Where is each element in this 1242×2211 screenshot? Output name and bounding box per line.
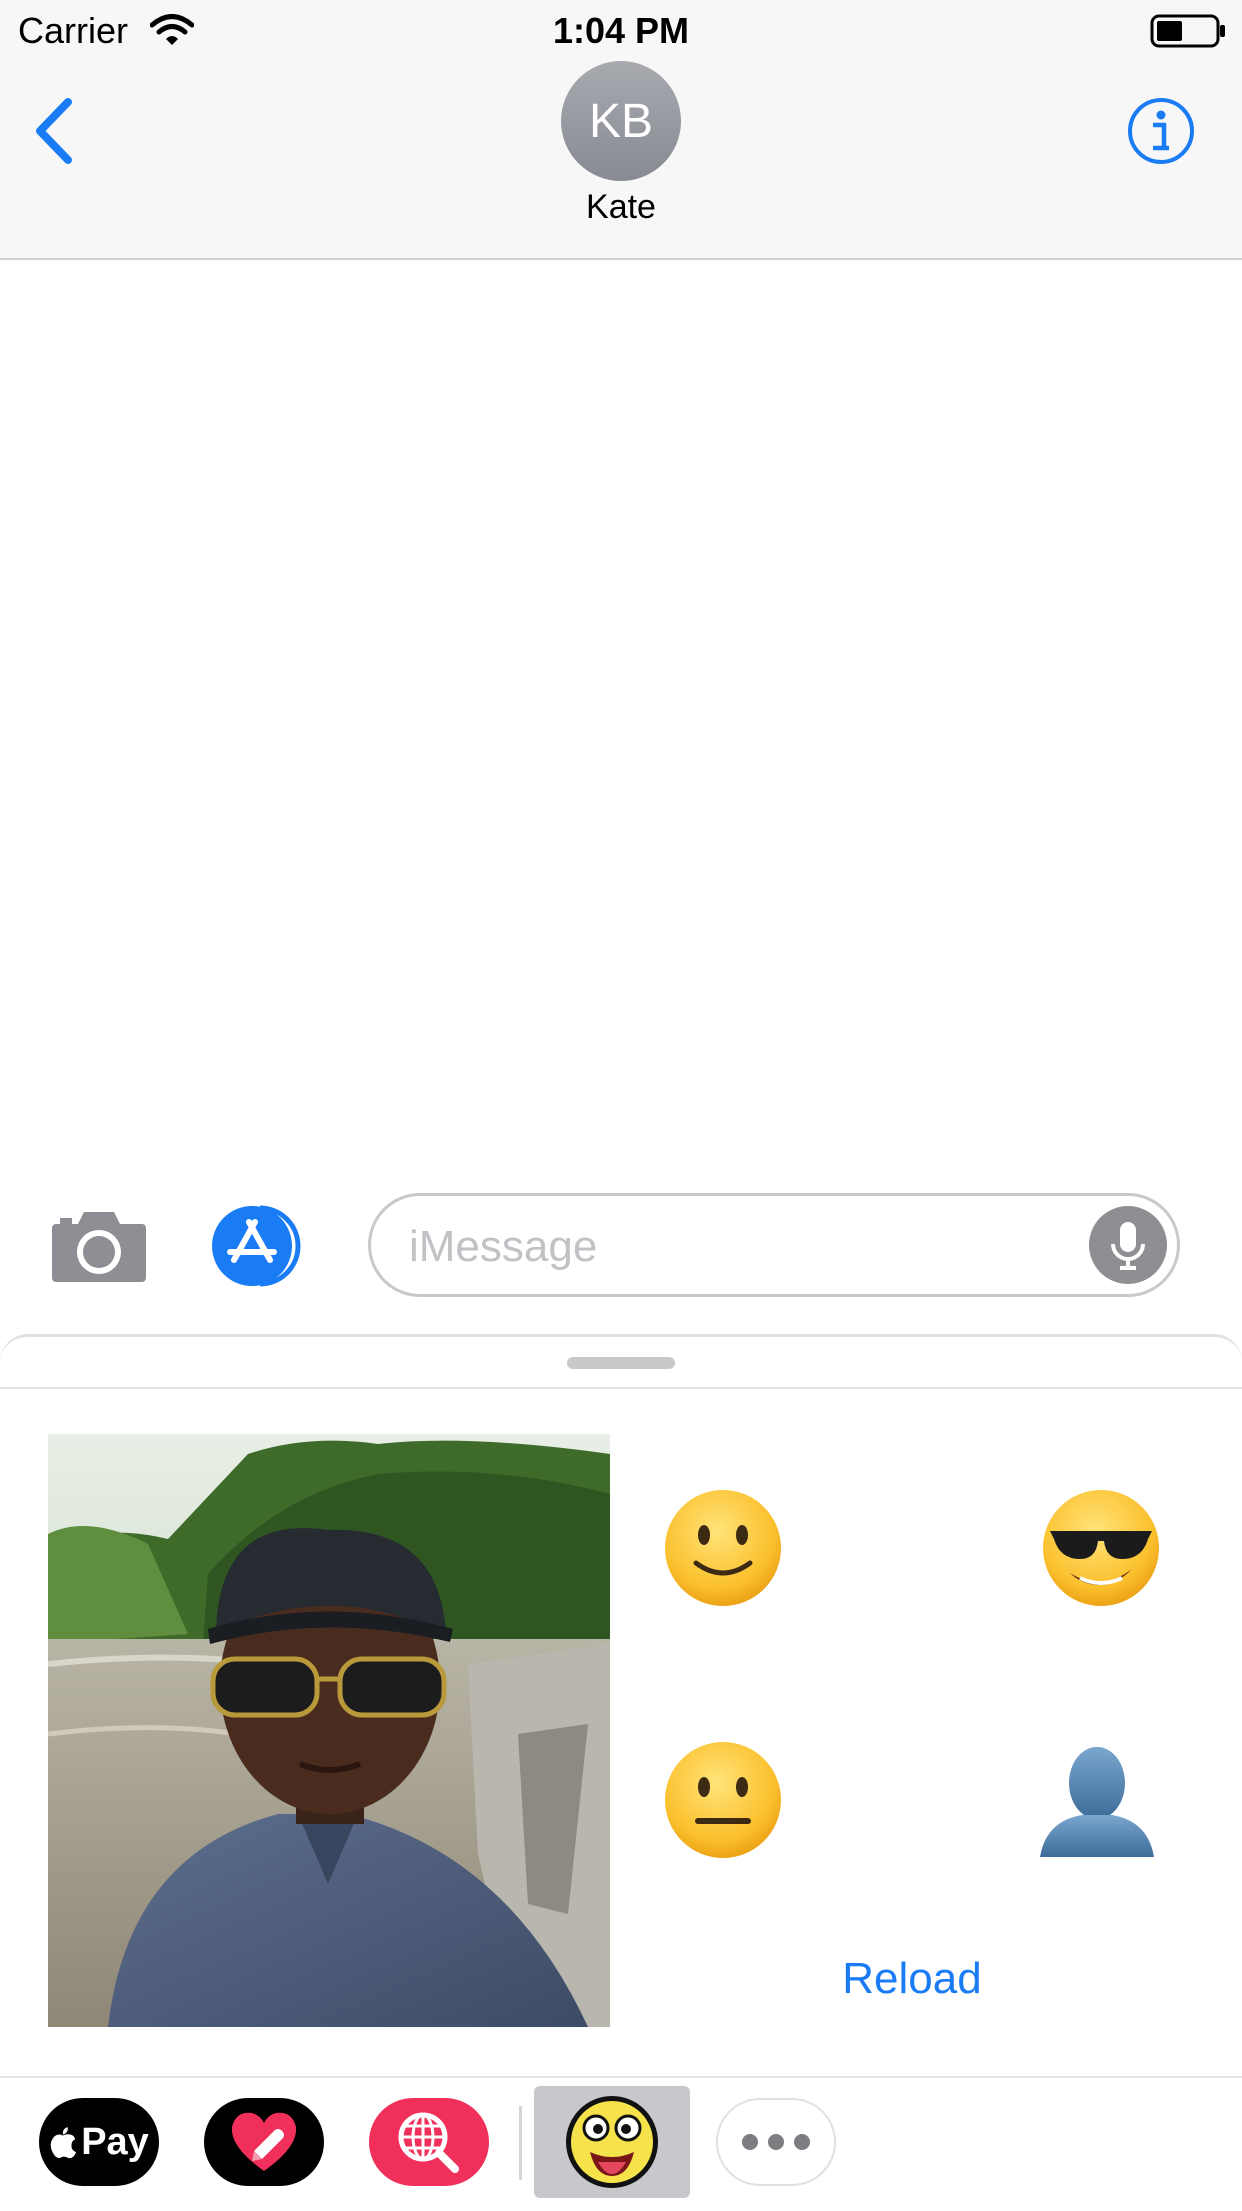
digital-touch-app-button[interactable]	[204, 2098, 324, 2186]
battery-icon	[1150, 14, 1225, 48]
more-apps-button[interactable]	[716, 2098, 836, 2186]
emoji-sticker-app-button[interactable]	[534, 2086, 690, 2198]
heart-touch-icon	[231, 2112, 297, 2171]
silly-face-icon	[566, 2096, 658, 2188]
drawer-grabber[interactable]	[567, 1357, 675, 1369]
ellipsis-icon	[742, 2134, 810, 2150]
apple-pay-label: Pay	[81, 2120, 149, 2163]
selfie-photo[interactable]	[48, 1434, 610, 2027]
globe-search-icon	[398, 2112, 459, 2173]
apple-pay-app-button[interactable]: Pay	[39, 2098, 159, 2186]
apple-logo-icon	[50, 2127, 77, 2159]
bust-in-silhouette-emoji[interactable]	[1032, 1735, 1162, 1865]
divider	[519, 2106, 522, 2180]
neutral-face-icon	[665, 1742, 781, 1858]
info-icon[interactable]	[1126, 96, 1196, 166]
message-field	[368, 1193, 1180, 1297]
contact-avatar[interactable]: KB	[561, 61, 681, 181]
divider	[0, 2076, 1242, 2078]
reload-button[interactable]: Reload	[780, 1954, 1044, 2004]
slightly-smiling-face-icon	[665, 1490, 781, 1606]
camera-icon[interactable]	[50, 1208, 148, 1284]
image-search-app-button[interactable]	[369, 2098, 489, 2186]
bust-in-silhouette-icon	[1040, 1747, 1154, 1857]
sunglasses-emoji[interactable]	[1036, 1483, 1166, 1613]
microphone-icon[interactable]	[1089, 1206, 1167, 1284]
back-chevron-icon[interactable]	[30, 96, 80, 166]
message-input[interactable]	[407, 1216, 1031, 1278]
contact-name[interactable]: Kate	[0, 188, 1242, 227]
divider	[0, 1387, 1242, 1389]
app-store-icon[interactable]	[210, 1204, 320, 1288]
clock: 1:04 PM	[552, 10, 690, 51]
neutral-emoji[interactable]	[658, 1735, 788, 1865]
sunglasses-face-icon	[1043, 1490, 1159, 1606]
slightly-smiling-emoji[interactable]	[658, 1483, 788, 1613]
